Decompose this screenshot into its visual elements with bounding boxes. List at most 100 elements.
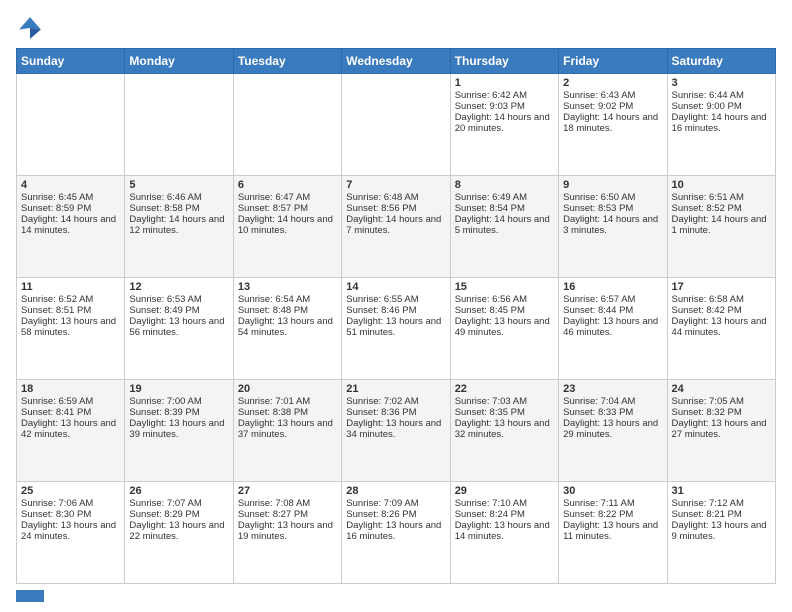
calendar-cell: 26Sunrise: 7:07 AMSunset: 8:29 PMDayligh… (125, 482, 233, 584)
generalblue-logo-icon (16, 14, 44, 42)
day-info: Sunrise: 7:00 AM (129, 396, 228, 407)
legend (16, 590, 776, 602)
logo (16, 14, 46, 42)
day-info: Sunrise: 6:42 AM (455, 90, 554, 101)
day-info: Sunset: 8:54 PM (455, 203, 554, 214)
day-info: Sunrise: 6:44 AM (672, 90, 771, 101)
day-number: 13 (238, 281, 337, 293)
day-number: 4 (21, 179, 120, 191)
calendar-cell (233, 74, 341, 176)
day-info: Daylight: 14 hours and 3 minutes. (563, 214, 662, 236)
calendar-cell: 4Sunrise: 6:45 AMSunset: 8:59 PMDaylight… (17, 176, 125, 278)
calendar-cell: 31Sunrise: 7:12 AMSunset: 8:21 PMDayligh… (667, 482, 775, 584)
day-info: Sunset: 8:44 PM (563, 305, 662, 316)
day-number: 20 (238, 383, 337, 395)
day-info: Sunrise: 6:49 AM (455, 192, 554, 203)
col-header-saturday: Saturday (667, 49, 775, 74)
day-info: Sunrise: 7:03 AM (455, 396, 554, 407)
legend-color-box (16, 590, 44, 602)
day-info: Sunrise: 7:11 AM (563, 498, 662, 509)
day-number: 11 (21, 281, 120, 293)
day-number: 22 (455, 383, 554, 395)
day-info: Sunrise: 6:59 AM (21, 396, 120, 407)
day-info: Daylight: 13 hours and 46 minutes. (563, 316, 662, 338)
calendar-cell: 14Sunrise: 6:55 AMSunset: 8:46 PMDayligh… (342, 278, 450, 380)
day-info: Daylight: 13 hours and 24 minutes. (21, 520, 120, 542)
day-info: Daylight: 13 hours and 14 minutes. (455, 520, 554, 542)
day-info: Daylight: 13 hours and 34 minutes. (346, 418, 445, 440)
day-info: Daylight: 14 hours and 10 minutes. (238, 214, 337, 236)
day-number: 17 (672, 281, 771, 293)
day-info: Sunrise: 7:09 AM (346, 498, 445, 509)
day-info: Sunset: 8:36 PM (346, 407, 445, 418)
col-header-tuesday: Tuesday (233, 49, 341, 74)
day-info: Sunrise: 6:46 AM (129, 192, 228, 203)
day-info: Sunrise: 6:47 AM (238, 192, 337, 203)
day-info: Daylight: 13 hours and 44 minutes. (672, 316, 771, 338)
day-info: Sunset: 8:41 PM (21, 407, 120, 418)
day-number: 28 (346, 485, 445, 497)
day-info: Sunset: 9:03 PM (455, 101, 554, 112)
day-info: Sunrise: 6:57 AM (563, 294, 662, 305)
calendar-cell: 10Sunrise: 6:51 AMSunset: 8:52 PMDayligh… (667, 176, 775, 278)
day-info: Sunrise: 6:43 AM (563, 90, 662, 101)
day-number: 23 (563, 383, 662, 395)
day-number: 12 (129, 281, 228, 293)
calendar-cell (342, 74, 450, 176)
day-info: Daylight: 14 hours and 14 minutes. (21, 214, 120, 236)
day-number: 16 (563, 281, 662, 293)
page: SundayMondayTuesdayWednesdayThursdayFrid… (0, 0, 792, 612)
calendar-cell: 11Sunrise: 6:52 AMSunset: 8:51 PMDayligh… (17, 278, 125, 380)
calendar-cell: 23Sunrise: 7:04 AMSunset: 8:33 PMDayligh… (559, 380, 667, 482)
day-info: Sunset: 8:27 PM (238, 509, 337, 520)
day-info: Daylight: 14 hours and 7 minutes. (346, 214, 445, 236)
day-info: Daylight: 13 hours and 54 minutes. (238, 316, 337, 338)
day-info: Daylight: 13 hours and 51 minutes. (346, 316, 445, 338)
day-info: Sunset: 8:42 PM (672, 305, 771, 316)
calendar-cell: 25Sunrise: 7:06 AMSunset: 8:30 PMDayligh… (17, 482, 125, 584)
calendar-cell (17, 74, 125, 176)
col-header-wednesday: Wednesday (342, 49, 450, 74)
calendar-cell: 19Sunrise: 7:00 AMSunset: 8:39 PMDayligh… (125, 380, 233, 482)
day-info: Sunset: 8:59 PM (21, 203, 120, 214)
calendar-cell: 13Sunrise: 6:54 AMSunset: 8:48 PMDayligh… (233, 278, 341, 380)
day-number: 2 (563, 77, 662, 89)
day-info: Daylight: 13 hours and 9 minutes. (672, 520, 771, 542)
day-number: 24 (672, 383, 771, 395)
day-info: Sunrise: 6:58 AM (672, 294, 771, 305)
day-info: Sunrise: 6:52 AM (21, 294, 120, 305)
col-header-thursday: Thursday (450, 49, 558, 74)
day-info: Daylight: 13 hours and 19 minutes. (238, 520, 337, 542)
day-number: 31 (672, 485, 771, 497)
calendar-cell: 6Sunrise: 6:47 AMSunset: 8:57 PMDaylight… (233, 176, 341, 278)
calendar-cell: 16Sunrise: 6:57 AMSunset: 8:44 PMDayligh… (559, 278, 667, 380)
day-info: Sunrise: 6:56 AM (455, 294, 554, 305)
day-number: 27 (238, 485, 337, 497)
day-number: 1 (455, 77, 554, 89)
calendar-cell: 15Sunrise: 6:56 AMSunset: 8:45 PMDayligh… (450, 278, 558, 380)
day-info: Daylight: 13 hours and 37 minutes. (238, 418, 337, 440)
calendar-cell: 28Sunrise: 7:09 AMSunset: 8:26 PMDayligh… (342, 482, 450, 584)
day-info: Daylight: 13 hours and 58 minutes. (21, 316, 120, 338)
day-info: Daylight: 13 hours and 16 minutes. (346, 520, 445, 542)
day-info: Daylight: 14 hours and 18 minutes. (563, 112, 662, 134)
day-info: Daylight: 13 hours and 27 minutes. (672, 418, 771, 440)
day-info: Sunrise: 7:05 AM (672, 396, 771, 407)
day-info: Daylight: 13 hours and 11 minutes. (563, 520, 662, 542)
calendar-table: SundayMondayTuesdayWednesdayThursdayFrid… (16, 48, 776, 584)
day-info: Sunset: 9:02 PM (563, 101, 662, 112)
calendar-cell: 22Sunrise: 7:03 AMSunset: 8:35 PMDayligh… (450, 380, 558, 482)
day-number: 5 (129, 179, 228, 191)
day-number: 15 (455, 281, 554, 293)
day-info: Daylight: 13 hours and 29 minutes. (563, 418, 662, 440)
calendar-cell: 5Sunrise: 6:46 AMSunset: 8:58 PMDaylight… (125, 176, 233, 278)
day-info: Sunrise: 7:04 AM (563, 396, 662, 407)
day-number: 14 (346, 281, 445, 293)
day-info: Sunset: 8:53 PM (563, 203, 662, 214)
day-number: 25 (21, 485, 120, 497)
day-info: Sunrise: 7:12 AM (672, 498, 771, 509)
day-info: Sunset: 8:26 PM (346, 509, 445, 520)
day-info: Sunset: 8:57 PM (238, 203, 337, 214)
calendar-cell: 8Sunrise: 6:49 AMSunset: 8:54 PMDaylight… (450, 176, 558, 278)
day-info: Sunrise: 6:55 AM (346, 294, 445, 305)
